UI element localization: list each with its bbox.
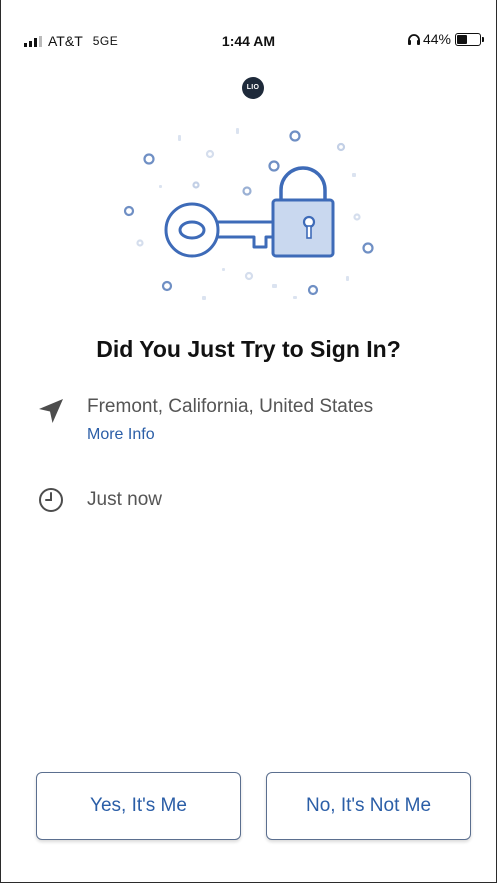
- location-arrow-icon: [39, 399, 63, 423]
- headphones-icon: [407, 34, 420, 45]
- status-bar: AT&T 5GE 1:44 AM 44%: [0, 0, 497, 80]
- location-row: Fremont, California, United States More …: [36, 396, 373, 444]
- location-text: Fremont, California, United States: [87, 396, 374, 417]
- no-its-not-me-button[interactable]: No, It's Not Me: [266, 772, 471, 840]
- battery-icon: [455, 32, 484, 46]
- time-row: Just now: [36, 485, 162, 515]
- yes-its-me-button[interactable]: Yes, It's Me: [36, 772, 241, 840]
- battery-percent: 44%: [422, 31, 451, 47]
- more-info-link[interactable]: More Info: [87, 426, 373, 444]
- key-lock-illustration: [123, 128, 374, 300]
- status-right: 44%: [407, 31, 484, 47]
- time-text: Just now: [87, 489, 162, 510]
- clock-icon: [39, 488, 63, 512]
- page-title: Did You Just Try to Sign In?: [96, 336, 401, 362]
- app-logo: LIO: [242, 77, 264, 99]
